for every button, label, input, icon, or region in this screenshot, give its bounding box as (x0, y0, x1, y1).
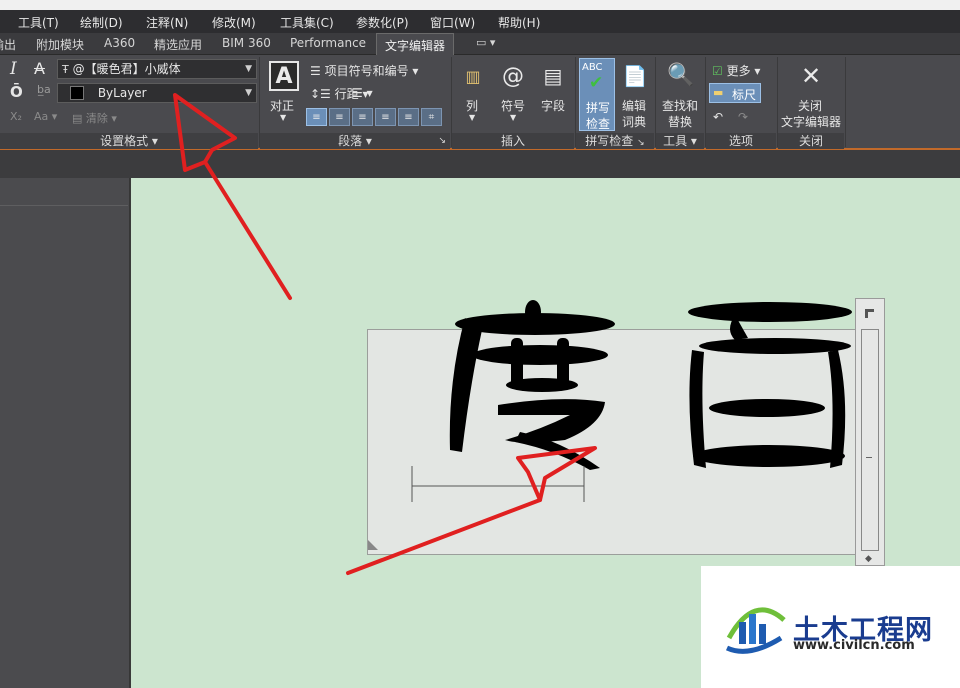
mtext-characters (449, 300, 852, 470)
stroke (498, 399, 605, 443)
stroke (699, 338, 851, 354)
red-arrow-up (203, 160, 292, 300)
watermark-url: www.civilcn.com (793, 638, 915, 653)
autocad-window: 工具(T) 绘制(D) 注释(N) 修改(M) 工具集(C) 参数化(P) 窗口… (0, 0, 960, 688)
stroke (709, 399, 825, 417)
red-arrow-right (346, 498, 542, 575)
watermark: 土木工程网 www.civilcn.com (701, 566, 960, 688)
watermark-logo (725, 607, 786, 654)
stroke (693, 445, 845, 467)
red-arrowhead (173, 93, 237, 172)
stroke (689, 350, 706, 468)
stroke (472, 345, 608, 365)
stroke (688, 302, 852, 322)
red-arrowhead (516, 446, 597, 502)
resize-grip-icon[interactable] (368, 540, 378, 550)
stroke (525, 300, 541, 324)
stroke (506, 378, 578, 392)
stroke (449, 318, 482, 452)
